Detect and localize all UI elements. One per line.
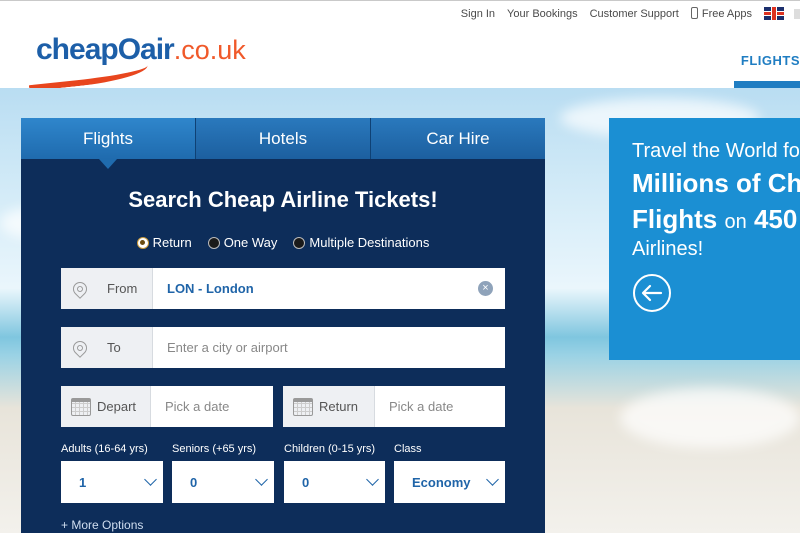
cheapoair-logo[interactable]: cheapOair.co.uk [27,29,248,92]
class-label: Class [394,443,422,455]
calendar-icon [293,397,313,416]
more-options-link[interactable]: + More Options [61,518,143,532]
return-date-field[interactable]: Return Pick a date [283,386,505,427]
trip-multi-destination-radio[interactable]: Multiple Destinations [293,235,429,250]
edge-divider [794,8,800,19]
your-bookings-link[interactable]: Your Bookings [507,8,578,20]
promo-line-4: Airlines! [632,238,704,260]
chevron-down-icon [366,472,379,486]
logo-name: cheapOair [36,33,175,66]
children-select[interactable]: 0 [284,461,385,503]
return-input[interactable]: Pick a date [375,386,505,427]
chevron-down-icon [486,472,499,486]
phone-icon [690,7,698,19]
location-pin-icon [70,337,90,358]
adults-select[interactable]: 1 [61,461,163,503]
depart-label: Depart [97,399,137,414]
promo-line-2: Millions of Ch [632,168,800,198]
arrow-left-icon[interactable] [633,274,671,312]
calendar-icon [71,397,91,416]
return-label: Return [319,399,359,414]
depart-input[interactable]: Pick a date [151,386,273,427]
class-select[interactable]: Economy [394,461,505,503]
from-input[interactable]: LON - London [153,268,478,309]
top-nav: Sign In Your Bookings Customer Support F… [449,7,800,20]
seniors-label: Seniors (+65 yrs) [172,443,257,455]
logo-domain: .co.uk [173,35,246,65]
radio-selected-icon [136,236,149,249]
to-field[interactable]: To Enter a city or airport [61,327,505,368]
from-field[interactable]: From LON - London × [61,268,505,309]
promo-line-1: Travel the World fo [632,140,800,162]
tab-flights[interactable]: Flights [21,118,196,169]
sign-in-link[interactable]: Sign In [461,8,495,20]
site-header: Sign In Your Bookings Customer Support F… [0,0,800,92]
customer-support-link[interactable]: Customer Support [590,8,679,20]
adults-label: Adults (16-64 yrs) [61,443,148,455]
trip-return-radio[interactable]: Return [136,235,192,250]
children-label: Children (0-15 yrs) [284,443,376,455]
to-input[interactable]: Enter a city or airport [153,327,505,368]
seniors-select[interactable]: 0 [172,461,274,503]
location-pin-icon [70,278,90,299]
radio-icon [207,236,220,249]
tab-hotels[interactable]: Hotels [196,118,371,159]
cloud [620,388,800,448]
to-label: To [107,340,121,355]
chevron-down-icon [144,472,157,486]
promo-banner[interactable]: Travel the World fo Millions of Ch Fligh… [609,118,800,360]
promo-line-3: Flights on 450 [632,204,798,234]
free-apps-link[interactable]: Free Apps [690,7,752,20]
search-tabs: Flights Hotels Car Hire [21,118,545,169]
radio-icon [293,236,306,249]
search-title: Search Cheap Airline Tickets! [128,187,438,212]
tab-car-hire[interactable]: Car Hire [371,118,545,159]
trip-type-group: Return One Way Multiple Destinations [21,235,545,250]
chevron-down-icon [255,472,268,486]
from-label: From [107,281,138,296]
uk-flag-icon[interactable] [764,7,784,20]
trip-one-way-radio[interactable]: One Way [207,235,277,250]
depart-date-field[interactable]: Depart Pick a date [61,386,273,427]
nav-flights[interactable]: FLIGHTS [741,53,800,68]
clear-icon[interactable]: × [478,281,493,296]
